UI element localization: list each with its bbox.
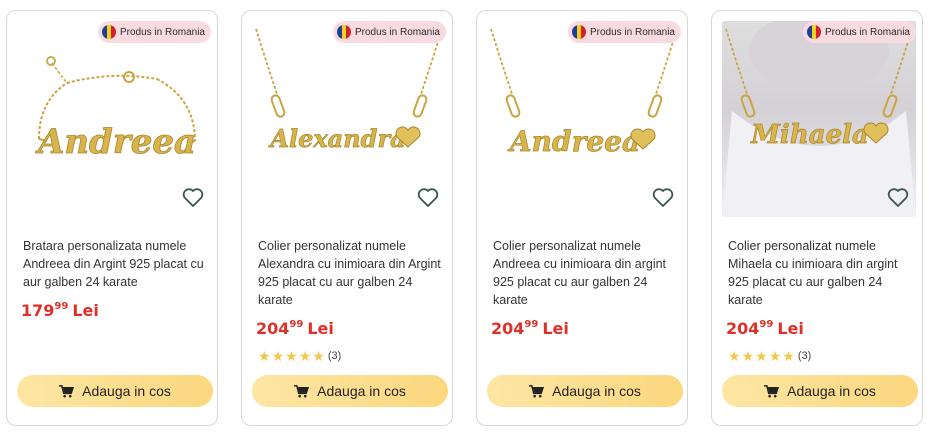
add-to-cart-label: Adauga in cos [82,383,171,399]
made-in-romania-badge: Produs in Romania [567,21,681,43]
product-price: 20499 Lei [726,319,804,338]
price-decimals: 99 [289,319,304,330]
product-card[interactable]: Mihaela Produs in Romania Colier persona… [711,10,923,426]
star-icon: ★ [271,348,285,364]
badge-label: Produs in Romania [824,26,910,38]
price-currency: Lei [72,301,99,320]
product-price: 17999 Lei [21,301,99,320]
add-to-cart-label: Adauga in cos [552,383,641,399]
badge-label: Produs in Romania [354,26,440,38]
product-title[interactable]: Colier personalizat numele Andreea cu in… [493,237,677,309]
badge-label: Produs in Romania [589,26,675,38]
price-integer: 204 [726,319,760,338]
product-card[interactable]: Andreea Produs in Romania Colier persona… [476,10,688,426]
product-title[interactable]: Colier personalizat numele Mihaela cu in… [728,237,912,309]
star-icon: ★ [298,348,312,364]
price-integer: 179 [21,301,55,320]
add-to-cart-button[interactable]: Adauga in cos [17,375,213,407]
star-icon: ★ [258,348,271,364]
made-in-romania-badge: Produs in Romania [97,21,211,43]
wishlist-heart-icon[interactable] [416,185,440,209]
star-icon: ★ [728,348,741,364]
romania-flag-icon [101,25,116,39]
price-decimals: 99 [54,301,69,312]
engraving-text: Mihaela [750,120,869,150]
cart-icon [294,384,310,397]
romania-flag-icon [806,25,821,39]
add-to-cart-button[interactable]: Adauga in cos [722,375,918,407]
engraving-text: Alexandra [268,124,405,153]
add-to-cart-label: Adauga in cos [787,383,876,399]
star-icon: ★ [755,348,768,364]
product-title[interactable]: Colier personalizat numele Alexandra cu … [258,237,442,309]
add-to-cart-label: Adauga in cos [317,383,406,399]
rating-stars[interactable]: ★ ★ ★ ★ ★ (3) [258,349,341,363]
price-currency: Lei [307,319,334,338]
add-to-cart-button[interactable]: Adauga in cos [487,375,683,407]
product-price: 20499 Lei [256,319,334,338]
star-icon: ★ [312,348,325,364]
star-icon: ★ [741,348,755,364]
star-icon: ★ [285,348,298,364]
star-icon: ★ [782,348,795,364]
price-currency: Lei [777,319,804,338]
cart-icon [529,384,545,397]
product-price: 20499 Lei [491,319,569,338]
badge-label: Produs in Romania [119,26,205,38]
romania-flag-icon [336,25,351,39]
add-to-cart-button[interactable]: Adauga in cos [252,375,448,407]
cart-icon [59,384,75,397]
cart-icon [764,384,780,397]
engraving-text: Andreea [35,122,196,162]
rating-stars[interactable]: ★ ★ ★ ★ ★ (3) [728,349,811,363]
wishlist-heart-icon[interactable] [651,185,675,209]
price-integer: 204 [491,319,525,338]
made-in-romania-badge: Produs in Romania [802,21,916,43]
star-icon: ★ [768,348,782,364]
engraving-text: Andreea [507,125,640,158]
price-integer: 204 [256,319,290,338]
wishlist-heart-icon[interactable] [181,185,205,209]
price-decimals: 99 [524,319,539,330]
review-count: (3) [797,350,812,362]
romania-flag-icon [571,25,586,39]
made-in-romania-badge: Produs in Romania [332,21,446,43]
product-card[interactable]: Alexandra Produs in Romania Colier perso… [241,10,453,426]
review-count: (3) [327,350,342,362]
product-title[interactable]: Bratara personalizata numele Andreea din… [23,237,207,291]
price-decimals: 99 [759,319,774,330]
price-currency: Lei [542,319,569,338]
wishlist-heart-icon[interactable] [886,185,910,209]
product-card[interactable]: Andreea Produs in Romania Bratara person… [6,10,218,426]
